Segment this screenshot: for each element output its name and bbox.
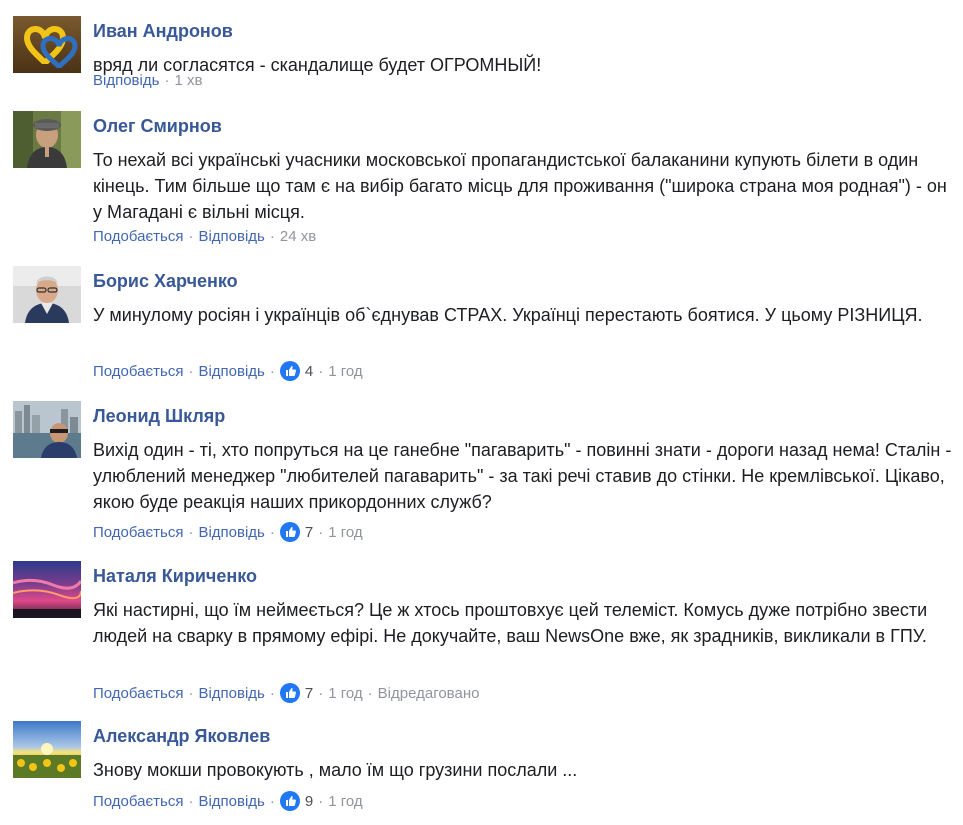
- edited-label[interactable]: Відредаговано: [378, 685, 480, 702]
- separator: ·: [269, 362, 275, 380]
- separator: ·: [318, 523, 324, 541]
- separator: ·: [269, 684, 275, 702]
- comment-author[interactable]: Александр Яковлев: [93, 726, 270, 747]
- comment-actions: Подобається · Відповідь · 24 хв: [93, 228, 316, 245]
- separator: ·: [188, 362, 194, 380]
- comment-time[interactable]: 1 год: [328, 793, 362, 810]
- reply-link[interactable]: Відповідь: [198, 363, 264, 380]
- comment-text: Знову мокши провокують , мало їм що груз…: [93, 760, 578, 780]
- comment-time[interactable]: 24 хв: [280, 228, 316, 245]
- comment-time[interactable]: 1 хв: [174, 72, 202, 89]
- comment-time[interactable]: 1 год: [328, 524, 362, 541]
- comment-text: То нехай всі українські учасники московс…: [93, 150, 947, 222]
- reactions[interactable]: 9: [279, 791, 314, 811]
- like-link[interactable]: Подобається: [93, 363, 183, 380]
- comment-author[interactable]: Олег Смирнов: [93, 116, 222, 137]
- comment-text: вряд ли согласятся - скандалище будет ОГ…: [93, 55, 542, 75]
- reply-link[interactable]: Відповідь: [198, 685, 264, 702]
- avatar[interactable]: [13, 561, 81, 618]
- reactions[interactable]: 7: [279, 522, 314, 542]
- separator: ·: [188, 523, 194, 541]
- like-link[interactable]: Подобається: [93, 524, 183, 541]
- comment-time[interactable]: 1 год: [328, 363, 362, 380]
- comment-actions: Подобається · Відповідь · 4 · 1 год: [93, 361, 363, 381]
- comment-actions: Подобається · Відповідь · 7 · 1 год: [93, 522, 363, 542]
- like-link[interactable]: Подобається: [93, 228, 183, 245]
- separator: ·: [318, 684, 324, 702]
- man-in-cap-avatar: [13, 111, 81, 168]
- reply-link[interactable]: Відповідь: [93, 72, 159, 89]
- avatar[interactable]: [13, 266, 81, 323]
- comment-actions: Подобається · Відповідь · 7 · 1 год · Ві…: [93, 683, 479, 703]
- reactions[interactable]: 4: [279, 361, 314, 381]
- man-city-skyline-avatar: [13, 401, 81, 458]
- separator: ·: [269, 228, 275, 245]
- comment-text: Які настирні, що їм неймеється? Це ж хто…: [93, 600, 928, 646]
- like-link[interactable]: Подобається: [93, 685, 183, 702]
- comment-author[interactable]: Борис Харченко: [93, 271, 238, 292]
- separator: ·: [164, 72, 170, 89]
- avatar[interactable]: [13, 16, 81, 73]
- like-count: 9: [304, 792, 314, 810]
- separator: ·: [188, 684, 194, 702]
- reply-link[interactable]: Відповідь: [198, 228, 264, 245]
- separator: ·: [188, 228, 194, 245]
- reactions[interactable]: 7: [279, 683, 314, 703]
- separator: ·: [318, 362, 324, 380]
- comment-actions: Подобається · Відповідь · 9 · 1 год: [93, 791, 363, 811]
- avatar[interactable]: [13, 401, 81, 458]
- like-link[interactable]: Подобається: [93, 793, 183, 810]
- like-count: 4: [304, 362, 314, 380]
- separator: ·: [188, 792, 194, 810]
- like-count: 7: [304, 523, 314, 541]
- thumbs-up-icon: [279, 683, 300, 703]
- comment-author[interactable]: Иван Андронов: [93, 21, 233, 42]
- sunflower-field-avatar: [13, 721, 81, 778]
- like-count: 7: [304, 684, 314, 702]
- hearts-yellow-blue-avatar: [13, 16, 81, 73]
- comment-text: Вихід один - ті, хто попруться на це ган…: [93, 440, 952, 512]
- separator: ·: [318, 792, 324, 810]
- pink-sunset-avatar: [13, 561, 81, 618]
- reply-link[interactable]: Відповідь: [198, 524, 264, 541]
- reply-link[interactable]: Відповідь: [198, 793, 264, 810]
- thumbs-up-icon: [279, 361, 300, 381]
- man-portrait-avatar: [13, 266, 81, 323]
- comment-author[interactable]: Наталя Кириченко: [93, 566, 257, 587]
- comment-time[interactable]: 1 год: [328, 685, 362, 702]
- separator: ·: [269, 523, 275, 541]
- separator: ·: [269, 792, 275, 810]
- comment-text: У минулому росіян і українців об`єднував…: [93, 305, 923, 325]
- comment-actions: Відповідь · 1 хв: [93, 72, 202, 89]
- avatar[interactable]: [13, 111, 81, 168]
- thumbs-up-icon: [279, 522, 300, 542]
- avatar[interactable]: [13, 721, 81, 778]
- thumbs-up-icon: [279, 791, 300, 811]
- comment-author[interactable]: Леонид Шкляр: [93, 406, 225, 427]
- separator: ·: [367, 684, 373, 702]
